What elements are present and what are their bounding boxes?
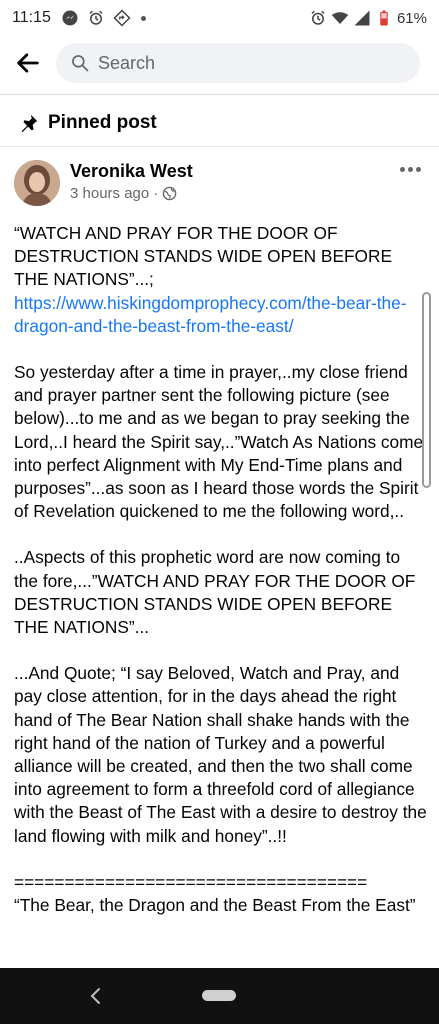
avatar-image	[14, 160, 60, 206]
header-divider	[0, 94, 439, 95]
more-dot	[407, 166, 413, 172]
globe-icon	[162, 186, 177, 201]
post-time[interactable]: 3 hours ago	[70, 185, 149, 202]
system-home-button[interactable]	[202, 990, 236, 1001]
post-paragraph: “The Bear, the Dragon and the Beast From…	[14, 895, 416, 916]
avatar[interactable]	[14, 160, 60, 206]
status-right: 61%	[309, 9, 427, 27]
post-body: “WATCH AND PRAY FOR THE DOOR OF DESTRUCT…	[14, 222, 428, 940]
pinned-divider	[0, 146, 439, 147]
top-bar	[0, 40, 439, 86]
search-box[interactable]	[56, 43, 420, 83]
wifi-icon	[331, 9, 349, 27]
signal-icon	[353, 9, 371, 27]
battery-percent: 61%	[396, 9, 427, 27]
post-meta: 3 hours ago ·	[70, 185, 177, 202]
more-dot	[415, 166, 421, 172]
meta-separator: ·	[153, 185, 159, 202]
status-time: 11:15	[12, 9, 51, 26]
search-input[interactable]	[98, 52, 378, 74]
arrow-left-icon	[17, 53, 39, 73]
post-author-name[interactable]: Veronika West	[70, 161, 193, 182]
post-link[interactable]: https://www.hiskingdomprophecy.com/the-b…	[14, 293, 407, 336]
system-back-button[interactable]	[82, 984, 108, 1008]
navigation-icon	[113, 9, 131, 27]
system-nav-bar	[0, 968, 439, 1024]
post-headline: “WATCH AND PRAY FOR THE DOOR OF DESTRUCT…	[14, 223, 392, 290]
post-more-button[interactable]	[396, 158, 424, 180]
post-paragraph: So yesterday after a time in prayer,..my…	[14, 362, 424, 522]
search-icon	[72, 55, 89, 72]
post-paragraph: “WATCH AND PRAY FOR THE DOOR OF DESTRUCT…	[14, 222, 428, 338]
status-left: 11:15	[12, 9, 146, 27]
battery-icon	[375, 9, 393, 27]
notification-dot	[140, 15, 146, 21]
status-bar: 11:15 61%	[0, 0, 439, 36]
alarm-icon	[309, 9, 327, 27]
pin-icon	[21, 114, 38, 133]
messenger-icon	[61, 9, 79, 27]
alarm-icon	[87, 9, 105, 27]
scrollbar[interactable]	[422, 292, 431, 488]
more-dot	[399, 166, 405, 172]
pinned-post-label: Pinned post	[48, 112, 157, 133]
chevron-left-icon	[90, 988, 100, 1004]
pinned-post-header: Pinned post	[18, 112, 157, 134]
post-separator-line: ===================================	[14, 871, 368, 892]
post-paragraph: ..Aspects of this prophetic word are now…	[14, 547, 416, 638]
post-paragraph: ...And Quote; “I say Beloved, Watch and …	[14, 663, 427, 846]
back-button[interactable]	[6, 41, 50, 85]
